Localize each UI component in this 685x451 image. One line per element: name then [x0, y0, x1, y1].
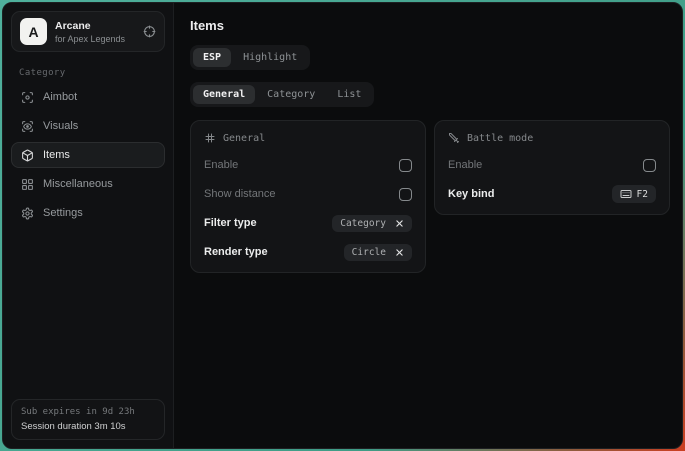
- sidebar-nav: Aimbot Visuals Items: [3, 84, 173, 226]
- keyboard-icon: [620, 188, 632, 200]
- select-value: Category: [340, 218, 386, 229]
- setting-label: Render type: [204, 246, 268, 258]
- select-value: Circle: [352, 247, 386, 258]
- tab-general[interactable]: General: [193, 85, 255, 104]
- app-window: A Arcane for Apex Legends Category Aimbo…: [2, 2, 683, 449]
- setting-label: Show distance: [204, 188, 276, 200]
- battle-enable-checkbox[interactable]: [643, 159, 656, 172]
- sword-icon: [448, 132, 460, 144]
- sidebar-item-label: Miscellaneous: [43, 178, 113, 190]
- focus-crosshair-icon: [21, 91, 34, 104]
- setting-label: Key bind: [448, 188, 494, 200]
- setting-row-enable: Enable: [204, 156, 412, 174]
- brand-card[interactable]: A Arcane for Apex Legends: [11, 11, 165, 52]
- sidebar-item-label: Items: [43, 149, 70, 161]
- brand-logo: A: [20, 18, 47, 45]
- setting-row-enable: Enable: [448, 156, 656, 174]
- show-distance-checkbox[interactable]: [399, 188, 412, 201]
- box-icon: [21, 149, 34, 162]
- setting-row-render-type: Render type Circle: [204, 243, 412, 261]
- setting-row-show-distance: Show distance: [204, 185, 412, 203]
- brand-subtitle: for Apex Legends: [55, 34, 135, 44]
- keybind-button[interactable]: F2: [612, 185, 656, 203]
- gear-icon: [21, 207, 34, 220]
- enable-checkbox[interactable]: [399, 159, 412, 172]
- setting-label: Enable: [204, 159, 238, 171]
- sidebar-section-label: Category: [19, 68, 173, 78]
- brand-text: Arcane for Apex Legends: [55, 20, 135, 44]
- sidebar-item-settings[interactable]: Settings: [11, 200, 165, 226]
- sidebar-item-visuals[interactable]: Visuals: [11, 113, 165, 139]
- crosshair-target-icon[interactable]: [143, 25, 156, 38]
- sidebar: A Arcane for Apex Legends Category Aimbo…: [3, 3, 174, 448]
- filter-type-select[interactable]: Category: [332, 215, 412, 232]
- card-title: Battle mode: [467, 133, 533, 144]
- tab-esp[interactable]: ESP: [193, 48, 231, 67]
- tab-list[interactable]: List: [327, 85, 371, 104]
- session-duration-text: Session duration 3m 10s: [21, 421, 155, 432]
- keybind-value: F2: [637, 189, 648, 200]
- clear-x-icon[interactable]: [395, 219, 404, 228]
- sidebar-item-label: Aimbot: [43, 91, 77, 103]
- brand-name: Arcane: [55, 20, 135, 32]
- general-card-header: General: [204, 132, 412, 144]
- scan-eye-icon: [21, 120, 34, 133]
- sidebar-item-label: Visuals: [43, 120, 78, 132]
- setting-label: Enable: [448, 159, 482, 171]
- battle-mode-card: Battle mode Enable Key bind F2: [434, 120, 670, 215]
- tab-highlight[interactable]: Highlight: [233, 48, 307, 67]
- sidebar-spacer: [3, 226, 173, 391]
- setting-row-filter-type: Filter type Category: [204, 214, 412, 232]
- setting-label: Filter type: [204, 217, 257, 229]
- sub-expires-text: Sub expires in 9d 23h: [21, 407, 155, 417]
- sidebar-item-items[interactable]: Items: [11, 142, 165, 168]
- sidebar-item-miscellaneous[interactable]: Miscellaneous: [11, 171, 165, 197]
- main-panel: Items ESP Highlight General Category Lis…: [174, 3, 683, 448]
- sidebar-item-label: Settings: [43, 207, 83, 219]
- tab-category[interactable]: Category: [257, 85, 325, 104]
- general-card: General Enable Show distance Filter type…: [190, 120, 426, 273]
- layout-grid-icon: [21, 178, 34, 191]
- sidebar-item-aimbot[interactable]: Aimbot: [11, 84, 165, 110]
- setting-row-key-bind: Key bind F2: [448, 185, 656, 203]
- clear-x-icon[interactable]: [395, 248, 404, 257]
- settings-cards: General Enable Show distance Filter type…: [190, 120, 670, 273]
- primary-tab-group: ESP Highlight: [190, 45, 310, 70]
- page-title: Items: [190, 18, 670, 33]
- card-title: General: [223, 133, 265, 144]
- battle-mode-card-header: Battle mode: [448, 132, 656, 144]
- secondary-tab-group: General Category List: [190, 82, 374, 107]
- render-type-select[interactable]: Circle: [344, 244, 412, 261]
- crosshair-hash-icon: [204, 132, 216, 144]
- subscription-card: Sub expires in 9d 23h Session duration 3…: [11, 399, 165, 440]
